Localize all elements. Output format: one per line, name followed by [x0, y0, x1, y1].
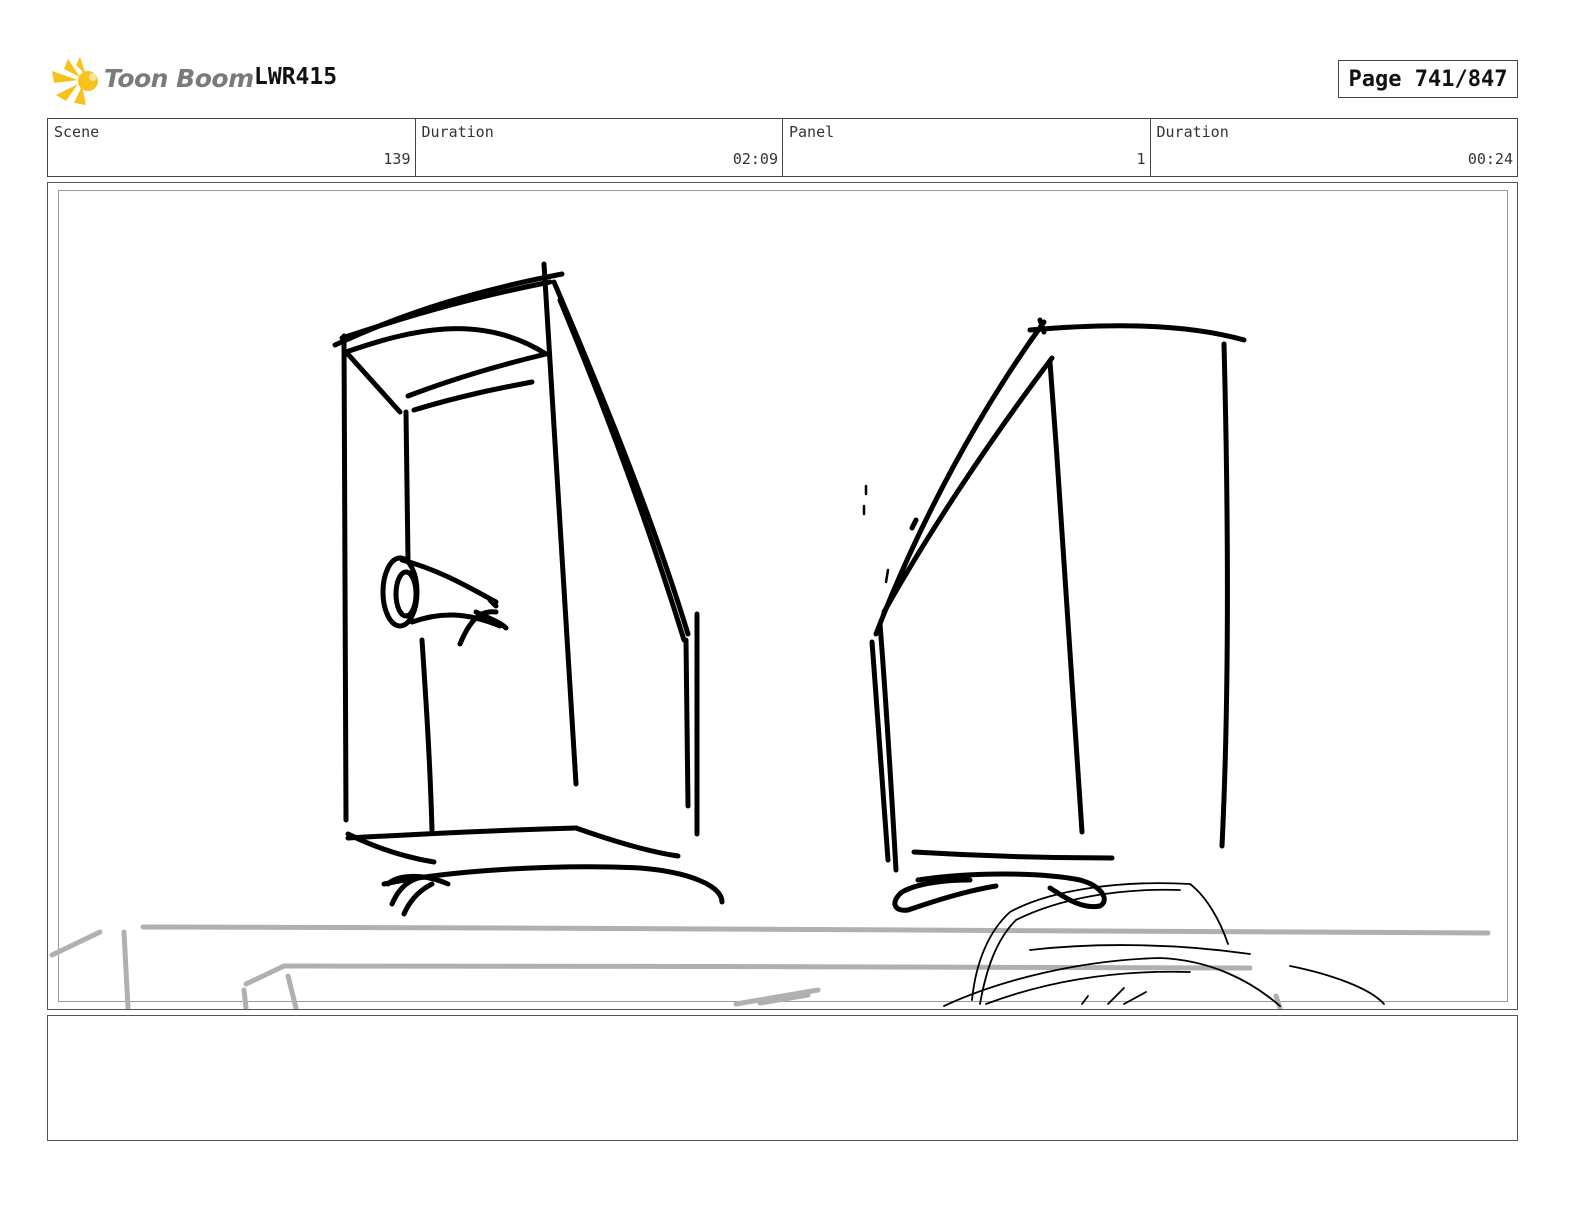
- panel-safe-area: [58, 190, 1508, 1002]
- panel-duration-label: Duration: [1156, 123, 1229, 141]
- brand-name: Toon Boom: [104, 64, 254, 93]
- panel-label: Panel: [789, 123, 835, 141]
- panel-duration-cell: Duration 00:24: [1151, 119, 1518, 176]
- panel-number: 1: [1136, 150, 1146, 168]
- action-notes-box: [47, 1015, 1518, 1141]
- scene-info-row: Scene 139 Duration 02:09 Panel 1 Duratio…: [47, 118, 1518, 177]
- page-indicator: Page 741/847: [1338, 60, 1518, 98]
- panel-duration-value: 00:24: [1467, 150, 1513, 168]
- scene-duration-cell: Duration 02:09: [416, 119, 783, 176]
- scene-cell: Scene 139: [48, 119, 416, 176]
- scene-duration-label: Duration: [421, 123, 494, 141]
- project-code: LWR415: [254, 64, 338, 90]
- scene-number: 139: [383, 150, 411, 168]
- scene-duration-value: 02:09: [732, 150, 778, 168]
- panel-cell: Panel 1: [783, 119, 1151, 176]
- page-header: Toon Boom LWR415 Page 741/847: [0, 0, 1584, 118]
- scene-label: Scene: [54, 123, 100, 141]
